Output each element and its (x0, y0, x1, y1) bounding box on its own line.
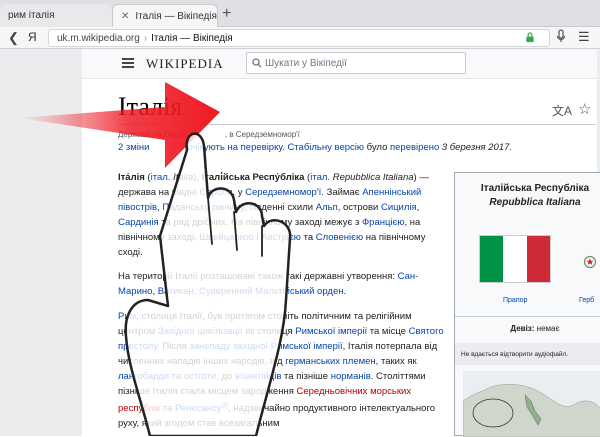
tab-label: Італія — Вікіпедія (135, 10, 217, 22)
close-icon[interactable]: ✕ (121, 11, 129, 22)
search-icon (252, 58, 262, 68)
pending-review-link[interactable]: очікують на перевірку. (187, 142, 284, 153)
paragraph-intro: Іта́лія (італ. Italia), Італі́йська Респ… (118, 172, 429, 258)
infobox-subtitle: Repubblica Italiana (489, 197, 581, 208)
infobox-title: Італійська Республіка (480, 183, 590, 194)
lock-icon (526, 32, 534, 43)
new-tab-button[interactable]: + (222, 5, 231, 23)
microphone-icon[interactable] (556, 29, 566, 45)
search-input[interactable]: Шукати у Вікіпедії (246, 52, 466, 74)
flag-caption-link[interactable]: Прапор (503, 297, 527, 304)
address-domain: uk.m.wikipedia.org (57, 32, 140, 44)
emblem-caption-link[interactable]: Герб (579, 297, 594, 304)
stable-version-link[interactable]: Стабільну версію (287, 142, 364, 153)
checked-link[interactable]: перевірено (390, 142, 439, 153)
yandex-button[interactable]: Я (28, 30, 37, 44)
hamburger-menu-icon[interactable] (122, 58, 134, 68)
audio-error-box: Не вдається відтворити аудіофайл. (455, 343, 600, 365)
page-description: Держава на Півдні , в Середземномор'ї (118, 130, 300, 139)
address-title: Італія — Вікіпедія (151, 32, 233, 44)
address-field[interactable]: uk.m.wikipedia.org › Італія — Вікіпедія (48, 29, 550, 47)
changes-link[interactable]: 2 зміни (118, 142, 149, 153)
paragraph-history: Рим, столиця Італії, був протягом століт… (118, 311, 444, 430)
italy-flag-image[interactable] (479, 235, 551, 283)
search-placeholder: Шукати у Вікіпедії (265, 57, 347, 69)
page-margin-left (0, 49, 82, 436)
wikipedia-logo[interactable]: WIKIPEDIA (146, 56, 224, 72)
back-arrow-icon[interactable]: ❮ (8, 30, 19, 46)
tab-label: рим італія (8, 10, 55, 21)
emblem-image[interactable] (583, 255, 597, 269)
infobox-motto: Девіз: немає (510, 324, 560, 333)
title-divider (118, 124, 596, 125)
infobox-divider (455, 316, 600, 317)
menu-icon[interactable]: ☰ (578, 29, 590, 45)
page-title: Італія (118, 92, 183, 121)
tab-bar: рим італія ✕ Італія — Вікіпедія + (0, 0, 600, 27)
location-map-image[interactable] (463, 371, 600, 437)
language-icon[interactable]: 文A (552, 102, 572, 119)
address-toolbar: ❮ Я uk.m.wikipedia.org › Італія — Вікіпе… (0, 27, 600, 49)
review-notice: 2 зміни очікують на перевірку. Стабільну … (118, 142, 513, 153)
watch-star-icon[interactable]: ☆ (578, 100, 591, 118)
paragraph-states: На території Італії розташовані також та… (118, 271, 419, 297)
tab-rome-italy[interactable]: рим італія (0, 4, 112, 27)
infobox: Італійська Республіка Repubblica Italian… (454, 172, 600, 437)
tab-italy-wikipedia[interactable]: ✕ Італія — Вікіпедія (112, 4, 218, 27)
